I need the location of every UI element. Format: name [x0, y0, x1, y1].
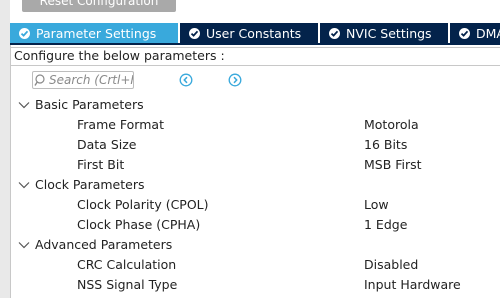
param-name: Clock Polarity (CPOL) — [77, 197, 209, 212]
param-name: CRC Calculation — [77, 257, 177, 272]
param-value: 16 Bits — [364, 137, 408, 152]
group-label: Basic Parameters — [35, 97, 144, 112]
param-row-crc-calculation[interactable]: CRC Calculation Disabled — [11, 255, 500, 275]
check-circle-icon — [329, 27, 340, 39]
param-row-frame-format[interactable]: Frame Format Motorola — [11, 115, 500, 135]
group-basic-parameters[interactable]: Basic Parameters — [11, 95, 500, 115]
search-icon — [34, 74, 45, 86]
param-value: MSB First — [364, 157, 422, 172]
next-result-icon[interactable] — [228, 73, 242, 87]
tab-label: NVIC Settings — [346, 25, 432, 41]
tab-user-constants[interactable]: User Constants — [180, 23, 318, 43]
param-name: NSS Signal Type — [77, 277, 178, 292]
param-row-first-bit[interactable]: First Bit MSB First — [11, 155, 500, 175]
param-row-clock-polarity[interactable]: Clock Polarity (CPOL) Low — [11, 195, 500, 215]
parameter-panel: Configure the below parameters : Basic P… — [10, 45, 500, 298]
param-value: Low — [364, 197, 389, 212]
param-name: Frame Format — [77, 117, 164, 132]
group-advanced-parameters[interactable]: Advanced Parameters — [11, 235, 500, 255]
param-name: First Bit — [77, 157, 125, 172]
previous-result-icon[interactable] — [179, 73, 193, 87]
left-sidebar-edge — [0, 0, 10, 298]
check-circle-icon — [19, 27, 30, 39]
param-value: Motorola — [364, 117, 419, 132]
tab-parameter-settings[interactable]: Parameter Settings — [10, 23, 178, 43]
reset-configuration-button[interactable]: Reset Configuration — [22, 0, 176, 12]
check-circle-icon — [189, 27, 200, 39]
param-row-nss-signal-type[interactable]: NSS Signal Type Input Hardware — [11, 275, 500, 295]
param-name: Data Size — [77, 137, 137, 152]
check-circle-icon — [459, 27, 470, 39]
tab-bar: Parameter Settings User Constants NVIC S… — [10, 23, 500, 45]
param-value: Disabled — [364, 257, 419, 272]
tab-nvic-settings[interactable]: NVIC Settings — [320, 23, 448, 43]
group-clock-parameters[interactable]: Clock Parameters — [11, 175, 500, 195]
tab-dma-settings[interactable]: DMA — [450, 23, 500, 43]
param-value: 1 Edge — [364, 217, 408, 232]
search-box[interactable] — [32, 71, 134, 89]
tab-label: Parameter Settings — [36, 25, 157, 41]
chevron-down-icon[interactable] — [18, 241, 30, 249]
param-value: Input Hardware — [364, 277, 461, 292]
search-input[interactable] — [48, 73, 133, 87]
chevron-down-icon[interactable] — [18, 101, 30, 109]
group-label: Advanced Parameters — [35, 237, 173, 252]
group-label: Clock Parameters — [35, 177, 145, 192]
param-name: Clock Phase (CPHA) — [77, 217, 201, 232]
param-row-data-size[interactable]: Data Size 16 Bits — [11, 135, 500, 155]
tab-label: DMA — [476, 25, 500, 41]
tab-label: User Constants — [206, 25, 302, 41]
param-row-clock-phase[interactable]: Clock Phase (CPHA) 1 Edge — [11, 215, 500, 235]
configure-instructions: Configure the below parameters : — [11, 47, 500, 66]
chevron-down-icon[interactable] — [18, 181, 30, 189]
